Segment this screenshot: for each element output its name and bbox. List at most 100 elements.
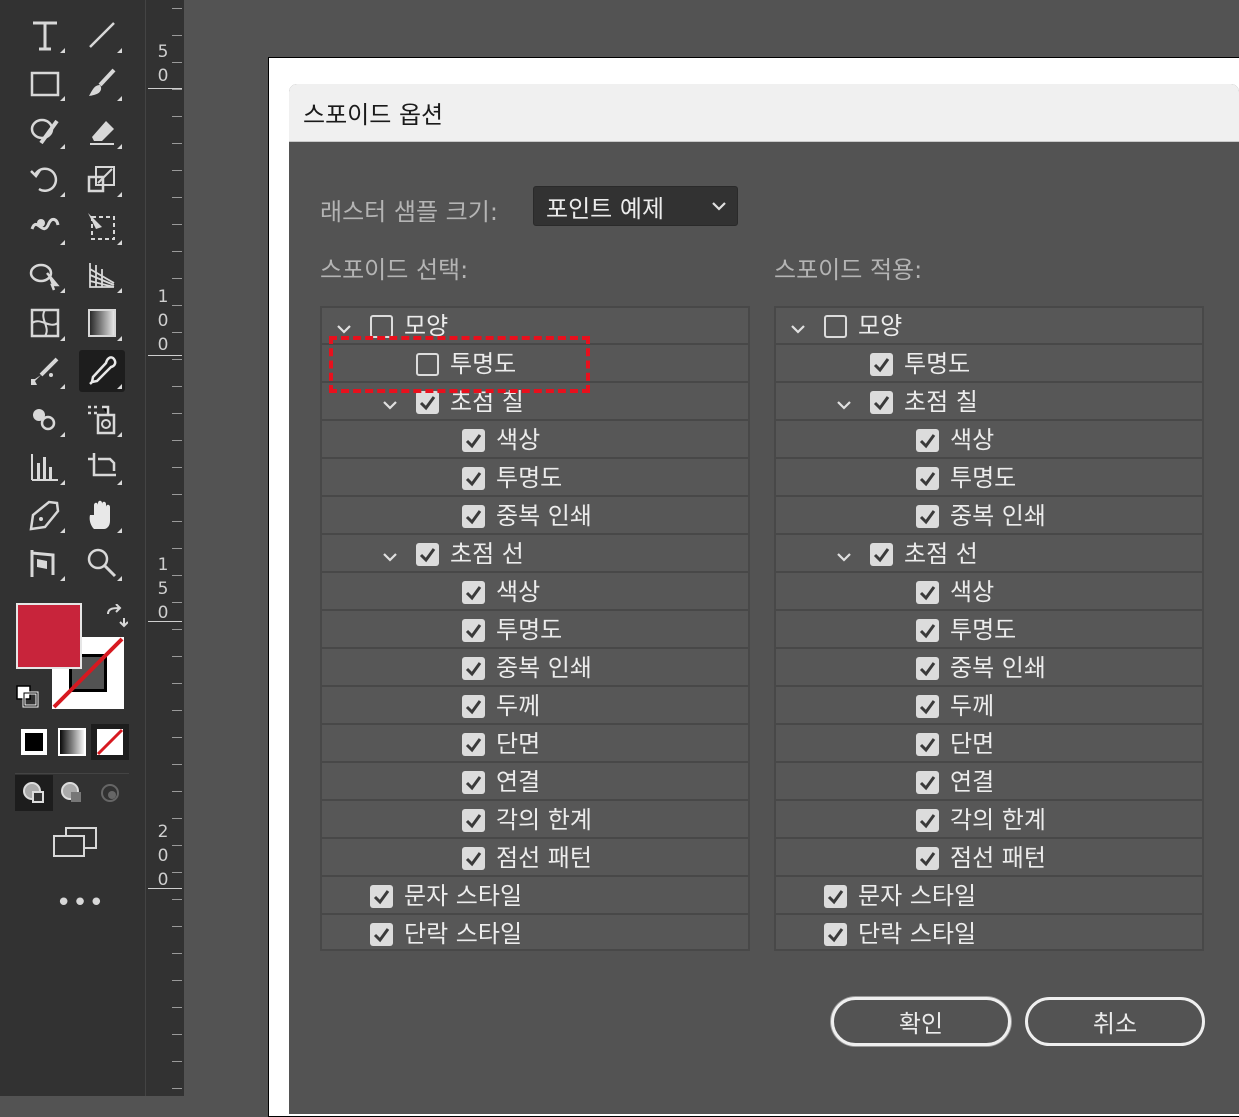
option-label: 색상: [950, 426, 995, 454]
draw-behind-button[interactable]: [53, 775, 91, 811]
option-checkbox[interactable]: [416, 543, 439, 566]
option-checkbox[interactable]: [462, 695, 485, 718]
ruler-minor-tick: [172, 305, 182, 306]
pen-tool-button[interactable]: [22, 494, 68, 536]
option-row: 투명도: [776, 346, 1202, 383]
scale-tool-button[interactable]: [79, 158, 125, 200]
paintbrush-tool-button[interactable]: [79, 62, 125, 104]
option-checkbox[interactable]: [370, 923, 393, 946]
hand-tool-button[interactable]: [79, 494, 125, 536]
warp-tool-button[interactable]: [22, 206, 68, 248]
option-checkbox[interactable]: [870, 391, 893, 414]
gradient-tool-button[interactable]: [79, 302, 125, 344]
chevron-down-icon[interactable]: [382, 548, 398, 567]
artboard-tool-button[interactable]: [79, 446, 125, 488]
option-checkbox[interactable]: [916, 695, 939, 718]
none-mode-button[interactable]: [91, 724, 129, 760]
swap-colors-icon[interactable]: [104, 603, 129, 632]
flyout-indicator: [117, 144, 122, 149]
ruler-minor-tick: [172, 35, 182, 36]
chevron-down-icon[interactable]: [836, 548, 852, 567]
raster-sample-size-dropdown[interactable]: 포인트 예제: [533, 186, 738, 226]
shaper-tool-button[interactable]: [22, 110, 68, 152]
option-checkbox[interactable]: [370, 885, 393, 908]
option-checkbox[interactable]: [916, 505, 939, 528]
option-checkbox[interactable]: [824, 885, 847, 908]
ruler-minor-tick: [172, 710, 182, 711]
option-checkbox[interactable]: [916, 429, 939, 452]
screen-mode-icon[interactable]: [52, 826, 98, 862]
option-checkbox[interactable]: [416, 391, 439, 414]
ruler-minor-tick: [172, 953, 182, 954]
perspective-grid-tool-button[interactable]: [79, 254, 125, 296]
option-checkbox[interactable]: [462, 429, 485, 452]
option-checkbox[interactable]: [824, 923, 847, 946]
column-graph-tool-button[interactable]: [22, 446, 68, 488]
option-checkbox[interactable]: [916, 733, 939, 756]
draw-inside-button[interactable]: [91, 775, 129, 811]
ruler-minor-tick: [172, 467, 182, 468]
eyedropper-applies-label: 스포이드 적용:: [774, 256, 923, 284]
zoom-tool-button[interactable]: [79, 542, 125, 584]
type-tool-button[interactable]: [22, 14, 68, 56]
option-checkbox[interactable]: [370, 315, 393, 338]
free-transform-tool-button[interactable]: [79, 206, 125, 248]
option-checkbox[interactable]: [462, 657, 485, 680]
rectangle-tool-icon: [30, 71, 60, 97]
ruler-minor-tick: [172, 818, 182, 819]
option-checkbox[interactable]: [916, 847, 939, 870]
more-tools-icon[interactable]: •••: [56, 888, 105, 918]
option-checkbox[interactable]: [462, 847, 485, 870]
rotate-tool-button[interactable]: [22, 158, 68, 200]
live-paint-tool-icon: [88, 405, 116, 435]
default-colors-icon[interactable]: [16, 685, 40, 713]
option-row: 초점 선: [776, 536, 1202, 573]
chevron-down-icon[interactable]: [836, 396, 852, 415]
checkmark-icon: [919, 700, 936, 715]
option-checkbox[interactable]: [916, 771, 939, 794]
gradient-mode-button[interactable]: [53, 724, 91, 760]
symbol-sprayer-tool-button[interactable]: [22, 398, 68, 440]
option-checkbox[interactable]: [462, 619, 485, 642]
cancel-button[interactable]: 취소: [1025, 997, 1205, 1046]
ruler-minor-tick: [172, 1007, 182, 1008]
ok-button[interactable]: 확인: [831, 997, 1011, 1046]
option-checkbox[interactable]: [462, 809, 485, 832]
option-checkbox[interactable]: [462, 733, 485, 756]
option-checkbox[interactable]: [916, 619, 939, 642]
option-checkbox[interactable]: [870, 543, 893, 566]
fill-swatch[interactable]: [16, 603, 82, 669]
option-checkbox[interactable]: [916, 581, 939, 604]
option-checkbox[interactable]: [462, 581, 485, 604]
option-checkbox[interactable]: [824, 315, 847, 338]
option-checkbox[interactable]: [462, 467, 485, 490]
option-row: 연결: [776, 764, 1202, 801]
option-checkbox[interactable]: [462, 771, 485, 794]
mesh-tool-button[interactable]: [22, 302, 68, 344]
shape-builder-tool-button[interactable]: [22, 254, 68, 296]
option-label: 투명도: [496, 464, 563, 492]
draw-normal-button[interactable]: [15, 775, 53, 811]
option-checkbox[interactable]: [870, 353, 893, 376]
option-checkbox[interactable]: [916, 657, 939, 680]
chevron-down-icon[interactable]: [790, 320, 806, 339]
color-mode-button[interactable]: [15, 724, 53, 760]
shape-builder-tool-icon: [29, 263, 60, 291]
live-paint-tool-button[interactable]: [79, 398, 125, 440]
eraser-tool-button[interactable]: [79, 110, 125, 152]
option-label: 연결: [950, 768, 995, 796]
option-checkbox[interactable]: [916, 809, 939, 832]
blend-tool-button[interactable]: [22, 350, 68, 392]
line-tool-button[interactable]: [79, 14, 125, 56]
warp-tool-icon: [30, 217, 60, 231]
flyout-indicator: [60, 96, 65, 101]
option-checkbox[interactable]: [916, 467, 939, 490]
puppet-warp-tool-button[interactable]: [22, 542, 68, 584]
eyedropper-tool-button[interactable]: [79, 350, 125, 392]
chevron-down-icon[interactable]: [382, 396, 398, 415]
ruler-label: 5: [157, 579, 169, 599]
option-label: 두께: [950, 692, 995, 720]
option-row: 모양: [776, 308, 1202, 345]
rectangle-tool-button[interactable]: [22, 62, 68, 104]
option-checkbox[interactable]: [462, 505, 485, 528]
